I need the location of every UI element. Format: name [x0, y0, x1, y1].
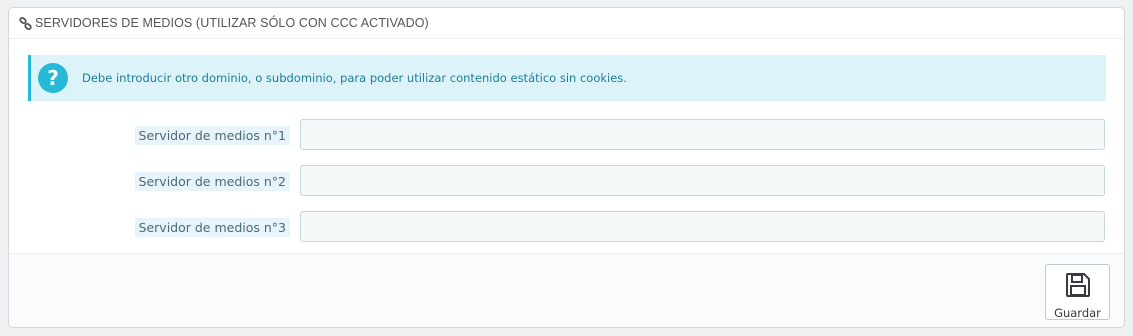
form-row-media-server-3: Servidor de medios n°3 [9, 211, 1124, 242]
alert-message: Debe introducir otro dominio, o subdomin… [82, 71, 627, 85]
form-row-media-server-1: Servidor de medios n°1 [9, 119, 1124, 150]
save-button-label: Guardar [1054, 306, 1101, 320]
link-icon [18, 16, 32, 30]
panel-heading: SERVIDORES DE MEDIOS (UTILIZAR SÓLO CON … [9, 8, 1124, 39]
media-server-3-input[interactable] [300, 211, 1105, 242]
panel-footer: Guardar [9, 253, 1124, 327]
save-button[interactable]: Guardar [1045, 264, 1110, 320]
media-server-3-label: Servidor de medios n°3 [134, 218, 290, 237]
floppy-disk-icon [1065, 272, 1091, 302]
info-alert: ? Debe introducir otro dominio, o subdom… [28, 55, 1106, 101]
media-server-2-label: Servidor de medios n°2 [134, 172, 290, 191]
panel-title: SERVIDORES DE MEDIOS (UTILIZAR SÓLO CON … [35, 16, 429, 30]
form-row-media-server-2: Servidor de medios n°2 [9, 165, 1124, 196]
media-server-2-input[interactable] [300, 165, 1105, 196]
question-circle-icon: ? [38, 63, 68, 93]
media-server-1-input[interactable] [300, 119, 1105, 150]
media-server-1-label: Servidor de medios n°1 [134, 126, 290, 145]
media-servers-panel: SERVIDORES DE MEDIOS (UTILIZAR SÓLO CON … [8, 7, 1125, 328]
